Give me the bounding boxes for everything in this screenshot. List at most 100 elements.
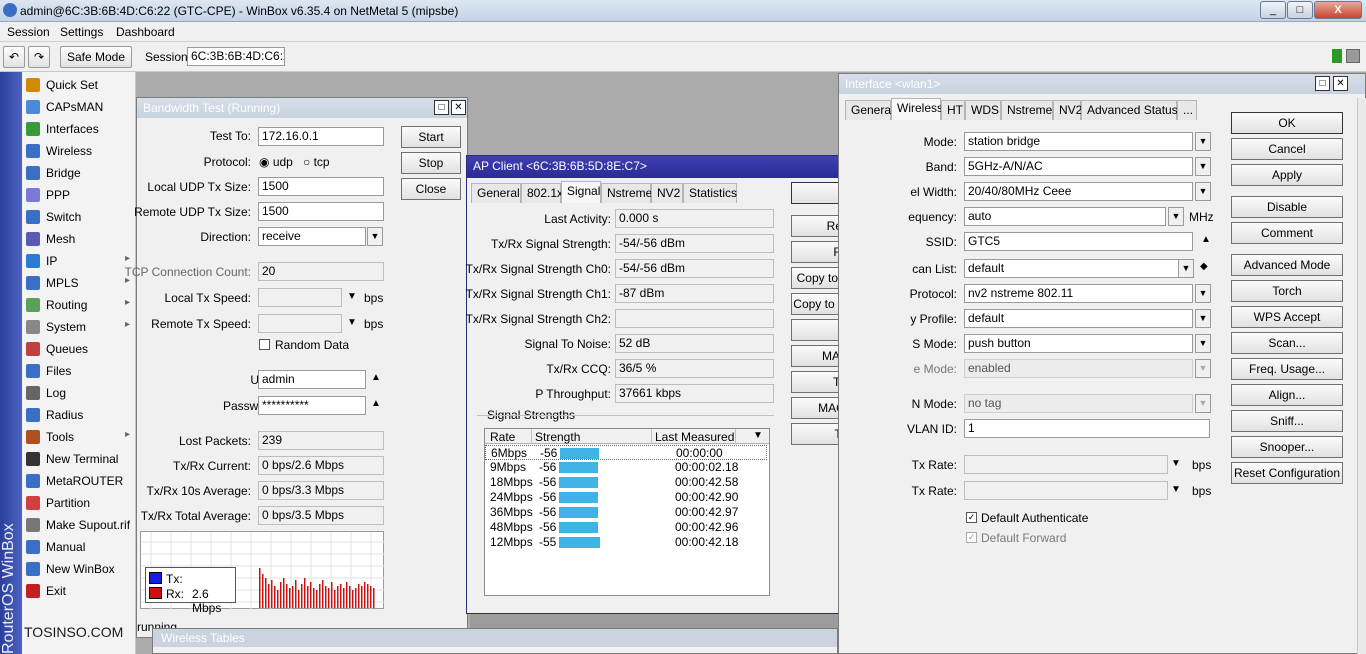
- local-tx-field[interactable]: [258, 288, 342, 307]
- wlan-dropdown-icon[interactable]: ▼: [1195, 157, 1211, 176]
- table-row[interactable]: 36Mbps -56 00:00:42.97: [485, 505, 765, 520]
- wlan-tab-ht[interactable]: HT: [941, 100, 965, 120]
- ssid-expand-icon[interactable]: ▲: [1201, 234, 1211, 245]
- menu-dashboard[interactable]: Dashboard: [116, 25, 175, 39]
- tab-8021x[interactable]: 802.1x: [521, 183, 563, 203]
- wlan-freq-usage-button[interactable]: Freq. Usage...: [1231, 358, 1343, 380]
- wlan-expand-icon[interactable]: ◆: [1200, 261, 1208, 272]
- leftmenu-item-capsman[interactable]: CAPsMAN: [22, 96, 136, 118]
- wlan-ok-button[interactable]: OK: [1231, 112, 1343, 134]
- user-input[interactable]: admin: [258, 370, 366, 389]
- leftmenu-item-mesh[interactable]: Mesh: [22, 228, 136, 250]
- undo-button[interactable]: ↶: [3, 46, 25, 68]
- wlan-tab-more[interactable]: ...: [1177, 100, 1197, 120]
- wlan-field-value[interactable]: [964, 481, 1168, 500]
- protocol-tcp-radio[interactable]: ○ tcp: [303, 155, 330, 169]
- leftmenu-item-system[interactable]: System ▸: [22, 316, 136, 338]
- wlan-field-value[interactable]: station bridge: [964, 132, 1193, 151]
- wlan-tab-wireless[interactable]: Wireless: [891, 98, 943, 120]
- wlan-advanced-mode-button[interactable]: Advanced Mode: [1231, 254, 1343, 276]
- local-udp-input[interactable]: 1500: [258, 177, 384, 196]
- leftmenu-item-queues[interactable]: Queues: [22, 338, 136, 360]
- leftmenu-item-ppp[interactable]: PPP: [22, 184, 136, 206]
- leftmenu-item-wireless[interactable]: Wireless: [22, 140, 136, 162]
- wlan-field-value[interactable]: nv2 nstreme 802.11: [964, 284, 1193, 303]
- tab-signal[interactable]: Signal: [561, 181, 601, 203]
- leftmenu-item-mpls[interactable]: MPLS ▸: [22, 272, 136, 294]
- redo-button[interactable]: ↷: [28, 46, 50, 68]
- table-row[interactable]: 6Mbps -56 00:00:00: [485, 445, 767, 460]
- wlan-field-value[interactable]: 1: [964, 419, 1210, 438]
- wlan-field-value[interactable]: default: [964, 259, 1193, 278]
- table-row[interactable]: 24Mbps -56 00:00:42.90: [485, 490, 765, 505]
- wlan-dropdown-icon[interactable]: ▼: [1195, 309, 1211, 328]
- default-forward-checkbox[interactable]: ✓: [966, 532, 977, 543]
- col-last-measured[interactable]: Last Measured: [655, 430, 734, 444]
- leftmenu-item-exit[interactable]: Exit: [22, 580, 136, 602]
- safe-mode-button[interactable]: Safe Mode: [60, 46, 132, 68]
- wlan-field-value[interactable]: 20/40/80MHz Ceee: [964, 182, 1193, 201]
- wlan-field-value[interactable]: [964, 455, 1168, 474]
- leftmenu-item-files[interactable]: Files: [22, 360, 136, 382]
- tab-statistics[interactable]: Statistics: [683, 183, 737, 203]
- tab-nstreme[interactable]: Nstreme: [601, 183, 652, 203]
- wlan-cancel-button[interactable]: Cancel: [1231, 138, 1343, 160]
- remote-udp-input[interactable]: 1500: [258, 202, 384, 221]
- wlan-dropdown-icon[interactable]: ▼: [1195, 359, 1211, 378]
- session-field[interactable]: 6C:3B:6B:4D:C6:22: [187, 47, 285, 66]
- tab-nv2[interactable]: NV2: [651, 183, 683, 203]
- wlan-dropdown-icon[interactable]: ▼: [1178, 259, 1194, 278]
- default-authenticate-checkbox[interactable]: ✓: [966, 512, 977, 523]
- password-expand-icon[interactable]: ▲: [371, 398, 381, 409]
- wlan-field-value[interactable]: auto: [964, 207, 1166, 226]
- wlan-reset-configuration-button[interactable]: Reset Configuration: [1231, 462, 1343, 484]
- col-strength[interactable]: Strength: [535, 430, 580, 444]
- remote-tx-dropdown-icon[interactable]: ▼: [347, 317, 357, 328]
- wlan-dropdown-icon[interactable]: ▼: [1195, 394, 1211, 413]
- wlan-disable-button[interactable]: Disable: [1231, 196, 1343, 218]
- wlan-dropdown-icon[interactable]: ▼: [1195, 132, 1211, 151]
- random-data-checkbox[interactable]: [259, 339, 270, 350]
- col-rate[interactable]: Rate: [490, 430, 515, 444]
- wlan-snooper-button[interactable]: Snooper...: [1231, 436, 1343, 458]
- wlan-tab-general[interactable]: General: [845, 100, 894, 120]
- leftmenu-item-ip[interactable]: IP ▸: [22, 250, 136, 272]
- table-row[interactable]: 9Mbps -56 00:00:02.18: [485, 460, 765, 475]
- wlan-sniff-button[interactable]: Sniff...: [1231, 410, 1343, 432]
- wlan-comment-button[interactable]: Comment: [1231, 222, 1343, 244]
- table-row[interactable]: 18Mbps -56 00:00:42.58: [485, 475, 765, 490]
- wlan-align-button[interactable]: Align...: [1231, 384, 1343, 406]
- password-input[interactable]: **********: [258, 396, 366, 415]
- wlan-dropdown-icon[interactable]: ▼: [1195, 284, 1211, 303]
- wlan-close-icon[interactable]: ✕: [1333, 76, 1348, 91]
- wlan-field-value[interactable]: 5GHz-A/N/AC: [964, 157, 1193, 176]
- bwtest-maximize-icon[interactable]: □: [434, 100, 449, 115]
- wlan-wps-accept-button[interactable]: WPS Accept: [1231, 306, 1343, 328]
- wlan-tab-nstreme[interactable]: Nstreme: [1001, 100, 1053, 120]
- wlan-dropdown-icon[interactable]: ▼: [1171, 484, 1181, 495]
- leftmenu-item-switch[interactable]: Switch: [22, 206, 136, 228]
- menu-settings[interactable]: Settings: [60, 25, 103, 39]
- wlan-dropdown-icon[interactable]: ▼: [1195, 334, 1211, 353]
- direction-dropdown-icon[interactable]: ▼: [367, 227, 383, 246]
- leftmenu-item-metarouter[interactable]: MetaROUTER: [22, 470, 136, 492]
- column-menu-icon[interactable]: ▼: [753, 430, 763, 441]
- leftmenu-item-tools[interactable]: Tools ▸: [22, 426, 136, 448]
- menu-session[interactable]: Session: [7, 25, 50, 39]
- leftmenu-item-interfaces[interactable]: Interfaces: [22, 118, 136, 140]
- wlan-maximize-icon[interactable]: □: [1315, 76, 1330, 91]
- wlan-tab-wds[interactable]: WDS: [965, 100, 1001, 120]
- wlan-field-value[interactable]: GTC5: [964, 232, 1193, 251]
- close-button[interactable]: X: [1314, 1, 1362, 19]
- leftmenu-item-partition[interactable]: Partition: [22, 492, 136, 514]
- leftmenu-item-routing[interactable]: Routing ▸: [22, 294, 136, 316]
- maximize-button[interactable]: □: [1287, 1, 1313, 19]
- wlan-scrollbar[interactable]: [1357, 98, 1366, 654]
- leftmenu-item-log[interactable]: Log: [22, 382, 136, 404]
- table-row[interactable]: 12Mbps -55 00:00:42.18: [485, 535, 765, 550]
- leftmenu-item-bridge[interactable]: Bridge: [22, 162, 136, 184]
- wlan-scan-button[interactable]: Scan...: [1231, 332, 1343, 354]
- wlan-dropdown-icon[interactable]: ▼: [1171, 458, 1181, 469]
- close-button[interactable]: Close: [401, 178, 461, 200]
- leftmenu-item-radius[interactable]: Radius: [22, 404, 136, 426]
